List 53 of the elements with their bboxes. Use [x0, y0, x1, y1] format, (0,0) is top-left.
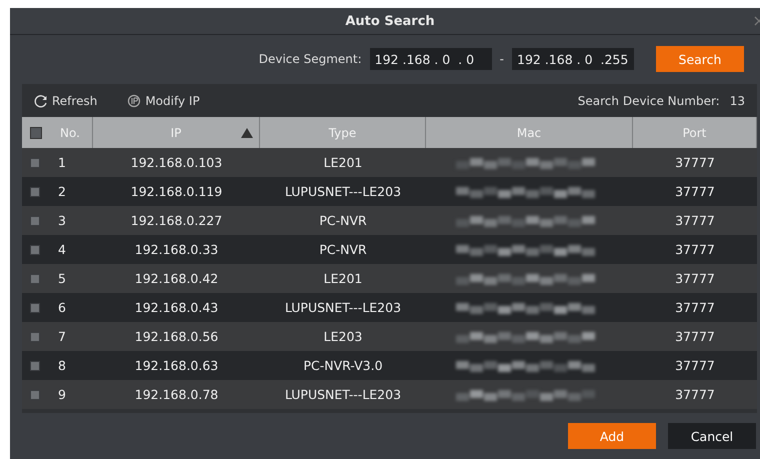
table-cell: 192.168.0.33: [134, 242, 218, 257]
table-cell: 192.168.0.43: [134, 300, 218, 315]
table-cell: 37777: [675, 300, 715, 315]
table-cell: 2: [58, 184, 66, 199]
table-cell: 5: [58, 271, 66, 286]
refresh-button[interactable]: Refresh: [34, 94, 98, 108]
add-button[interactable]: Add: [568, 423, 656, 449]
table-cell: 37777: [675, 387, 715, 402]
table-cell: 192.168.0.42: [134, 271, 218, 286]
segment-label: Device Segment:: [258, 52, 362, 66]
table-cell: 192.168.0.63: [134, 358, 218, 373]
table-cell: 4: [58, 242, 66, 257]
table-cell: 6: [58, 300, 66, 315]
column-header[interactable]: No.: [60, 126, 80, 140]
table-cell: PC-NVR-V3.0: [303, 358, 383, 373]
table-cell: 192.168.0.227: [130, 213, 222, 228]
column-header[interactable]: Port: [633, 117, 757, 148]
table-cell: LE203: [324, 329, 362, 344]
cancel-button[interactable]: Cancel: [668, 423, 756, 449]
start-ip-field[interactable]: 192 .168 . 0 . 0: [370, 48, 492, 70]
column-header[interactable]: Type: [260, 117, 426, 148]
table-cell: 192.168.0.103: [130, 155, 222, 170]
window-title: Auto Search: [345, 14, 435, 28]
table-cell: 37777: [675, 184, 715, 199]
table-cell: 37777: [675, 271, 715, 286]
table-cell: LE201: [324, 271, 362, 286]
table-cell: PC-NVR: [319, 242, 367, 257]
table-cell: 7: [58, 329, 66, 344]
table-cell: LUPUSNET---LE203: [284, 184, 402, 199]
device-count: 13: [730, 94, 745, 108]
table-cell: LUPUSNET---LE203: [284, 387, 402, 402]
device-count-label: Search Device Number:: [578, 94, 720, 108]
table-cell: 37777: [675, 358, 715, 373]
modify-ip-button[interactable]: Modify IP: [127, 94, 200, 108]
column-header[interactable]: Mac: [426, 117, 633, 148]
table-cell: 192.168.0.56: [134, 329, 218, 344]
column-header[interactable]: IP: [93, 117, 260, 148]
table-cell: 37777: [675, 213, 715, 228]
end-ip-field[interactable]: 192 .168 . 0 .255: [512, 48, 634, 70]
range-separator: -: [500, 52, 504, 66]
table-cell: 37777: [675, 329, 715, 344]
table-cell: 192.168.0.78: [134, 387, 218, 402]
table-cell: LE201: [324, 155, 362, 170]
table-cell: 3: [58, 213, 66, 228]
table-cell: 8: [58, 358, 66, 373]
table-cell: 1: [58, 155, 66, 170]
table-cell: 37777: [675, 242, 715, 257]
table-cell: 9: [58, 387, 66, 402]
table-cell: 192.168.0.119: [130, 184, 222, 199]
table-cell: LUPUSNET---LE203: [284, 300, 402, 315]
table-cell: 37777: [675, 155, 715, 170]
search-button[interactable]: Search: [656, 46, 744, 72]
table-cell: PC-NVR: [319, 213, 367, 228]
